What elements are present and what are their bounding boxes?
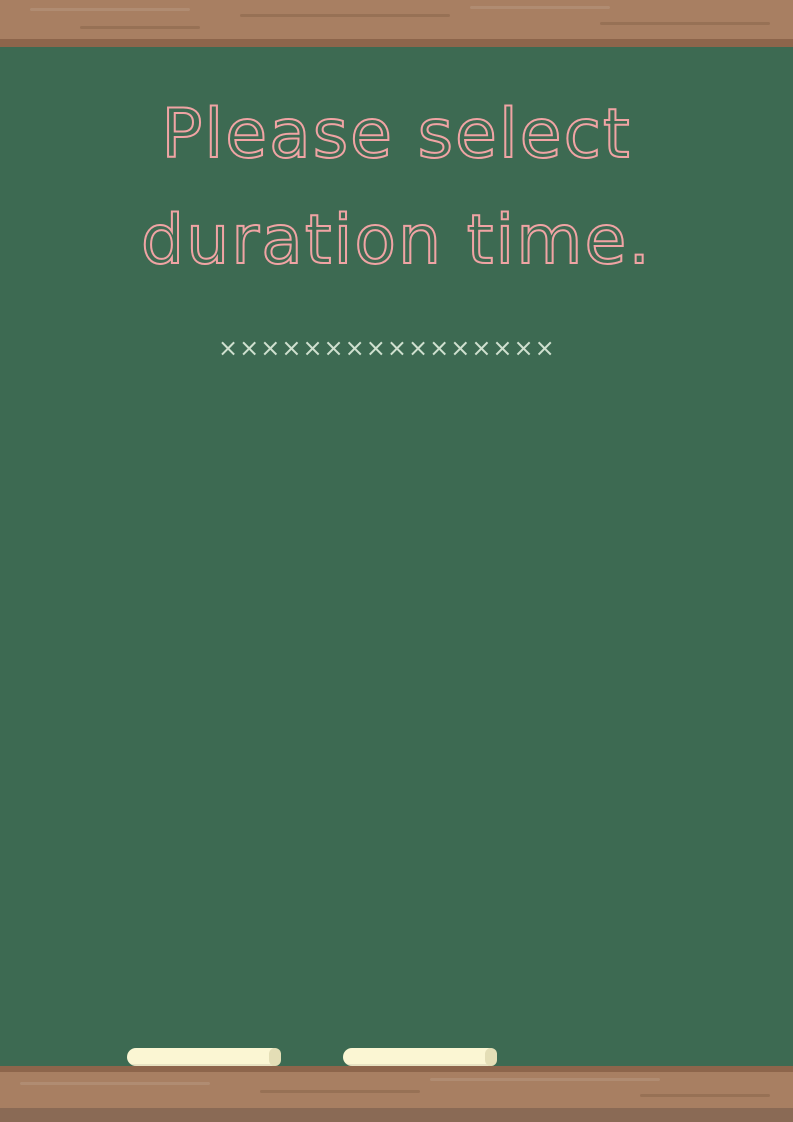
wood-grain [600, 22, 770, 25]
board-frame-top [0, 0, 793, 47]
board-frame-bottom-lip [0, 1066, 793, 1072]
board-frame-bottom [0, 1066, 793, 1122]
chalk-stick [127, 1048, 281, 1066]
cross-stitch-divider: ×××××××××××××××× [218, 334, 556, 362]
wood-grain [30, 8, 190, 11]
wood-grain [260, 1090, 420, 1093]
wood-grain [20, 1082, 210, 1085]
title-line-1: Please select [160, 94, 632, 175]
chalk-stick [343, 1048, 497, 1066]
wood-grain [80, 26, 200, 29]
wood-grain [640, 1094, 770, 1097]
board-frame-bottom-base [0, 1108, 793, 1122]
wood-grain [240, 14, 450, 17]
page-title: Please select duration time. [0, 82, 793, 294]
title-line-2: duration time. [140, 200, 652, 281]
board-frame-top-lip [0, 39, 793, 47]
wood-grain [430, 1078, 660, 1081]
wood-grain [470, 6, 610, 9]
